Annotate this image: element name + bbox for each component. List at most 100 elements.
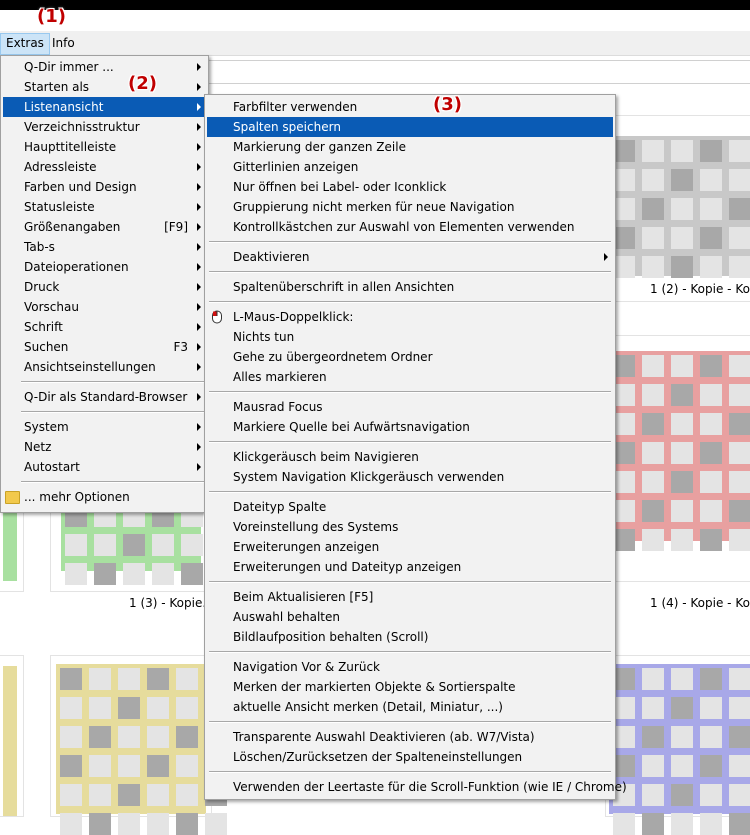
thumbnail-cell <box>671 256 693 278</box>
thumbnail-cell <box>729 140 750 162</box>
thumbnail-cell <box>642 755 664 777</box>
file-caption: 1 (3) - Kopie.p <box>129 596 214 610</box>
submenu-arrow-icon <box>197 423 201 431</box>
main_menu-item-druck[interactable]: Druck <box>3 277 206 297</box>
thumbnail-cell <box>613 813 635 835</box>
file-tile[interactable] <box>0 655 24 817</box>
thumbnail-cell <box>642 500 664 522</box>
main_menu-item-label: Listenansicht <box>24 100 104 114</box>
sub_menu-item-alles-markieren[interactable]: Alles markieren <box>207 367 613 387</box>
sub_menu-item-farbfilter-verwenden[interactable]: Farbfilter verwenden <box>207 97 613 117</box>
sub_menu-item-label: Erweiterungen anzeigen <box>233 540 380 554</box>
sub_menu-item-label: Farbfilter verwenden <box>233 100 358 114</box>
sub_menu-item-gitterlinien-anzeigen[interactable]: Gitterlinien anzeigen <box>207 157 613 177</box>
sub_menu-item-löschen-zurücksetzen-der-spalteneinstellungen[interactable]: Löschen/Zurücksetzen der Spalteneinstell… <box>207 747 613 767</box>
sub_menu-item-nur-öffnen-bei-label-oder-iconklick[interactable]: Nur öffnen bei Label- oder Iconklick <box>207 177 613 197</box>
thumbnail-cell <box>642 697 664 719</box>
menu-info[interactable]: Info <box>47 33 80 53</box>
sub_menu-item-label: Kontrollkästchen zur Auswahl von Element… <box>233 220 575 234</box>
main_menu-item-vorschau[interactable]: Vorschau <box>3 297 206 317</box>
thumbnail-cell <box>700 256 722 278</box>
file-tile[interactable] <box>50 655 227 835</box>
thumbnail-cell <box>729 198 750 220</box>
sub_menu-item-system-navigation-klickgeräusch-verwenden[interactable]: System Navigation Klickgeräusch verwende… <box>207 467 613 487</box>
sub_menu-item-gehe-zu-übergeordnetem-ordner[interactable]: Gehe zu übergeordnetem Ordner <box>207 347 613 367</box>
file-tile[interactable] <box>605 335 750 582</box>
thumbnail-cell <box>89 697 111 719</box>
thumbnail-cell <box>671 413 693 435</box>
main_menu-item-dateioperationen[interactable]: Dateioperationen <box>3 257 206 277</box>
thumbnail-cell <box>700 726 722 748</box>
thumbnail-cell <box>613 169 635 191</box>
main_menu-item-farben-und-design[interactable]: Farben und Design <box>3 177 206 197</box>
main_menu-item-system[interactable]: System <box>3 417 206 437</box>
main_menu-item-statusleiste[interactable]: Statusleiste <box>3 197 206 217</box>
sub_menu-item-spaltenüberschrift-in-allen-ansichten[interactable]: Spaltenüberschrift in allen Ansichten <box>207 277 613 297</box>
main_menu-item-listenansicht[interactable]: Listenansicht <box>3 97 206 117</box>
sub_menu-item-l-maus-doppelklick[interactable]: L-Maus-Doppelklick: <box>207 307 613 327</box>
main_menu-item-starten-als[interactable]: Starten als <box>3 77 206 97</box>
main_menu-item-schrift[interactable]: Schrift <box>3 317 206 337</box>
sub_menu-item-bildlaufposition-behalten-scroll[interactable]: Bildlaufposition behalten (Scroll) <box>207 627 613 647</box>
main_menu-item-netz[interactable]: Netz <box>3 437 206 457</box>
thumbnail-cell <box>642 668 664 690</box>
file-tile[interactable] <box>605 115 750 302</box>
sub_menu-item-dateityp-spalte[interactable]: Dateityp Spalte <box>207 497 613 517</box>
sub_menu-item-kontrollkästchen-zur-auswahl-von-elementen-verwenden[interactable]: Kontrollkästchen zur Auswahl von Element… <box>207 217 613 237</box>
main_menu-item-q-dir-immer[interactable]: Q-Dir immer ... <box>3 57 206 77</box>
sub_menu-item-auswahl-behalten[interactable]: Auswahl behalten <box>207 607 613 627</box>
main_menu-item-tab-s[interactable]: Tab-s <box>3 237 206 257</box>
sub_menu-item-gruppierung-nicht-merken-für-neue-navigation[interactable]: Gruppierung nicht merken für neue Naviga… <box>207 197 613 217</box>
sub_menu-item-beim-aktualisieren-f5[interactable]: Beim Aktualisieren [F5] <box>207 587 613 607</box>
thumbnail-cell <box>700 529 722 551</box>
address-bar[interactable] <box>205 60 750 84</box>
sub_menu-item-merken-der-markierten-objekte-sortierspalte[interactable]: Merken der markierten Objekte & Sortiers… <box>207 677 613 697</box>
sub_menu-item-label: System Navigation Klickgeräusch verwende… <box>233 470 505 484</box>
main_menu-item-suchen[interactable]: Suchen F3 <box>3 337 206 357</box>
menu-extras[interactable]: Extras <box>0 33 50 55</box>
main_menu-item-ansichtseinstellungen[interactable]: Ansichtseinstellungen <box>3 357 206 377</box>
submenu-arrow-icon <box>197 343 201 351</box>
sub_menu-item-markiere-quelle-bei-aufwärtsnavigation[interactable]: Markiere Quelle bei Aufwärtsnavigation <box>207 417 613 437</box>
sub_menu-item-mausrad-focus[interactable]: Mausrad Focus <box>207 397 613 417</box>
sub_menu-item-klickgeräusch-beim-navigieren[interactable]: Klickgeräusch beim Navigieren <box>207 447 613 467</box>
file-tile[interactable] <box>605 655 750 835</box>
sub_menu-item-voreinstellung-des-systems[interactable]: Voreinstellung des Systems <box>207 517 613 537</box>
thumbnail-cell <box>65 534 87 556</box>
thumbnail-cell <box>729 813 750 835</box>
main_menu-item-mehr-optionen[interactable]: ... mehr Optionen <box>3 487 206 507</box>
sub_menu-item-spalten-speichern[interactable]: Spalten speichern <box>207 117 613 137</box>
sub_menu-item-transparente-auswahl-deaktivieren-ab-w7-vista[interactable]: Transparente Auswahl Deaktivieren (ab. W… <box>207 727 613 747</box>
sub_menu-item-label: Erweiterungen und Dateityp anzeigen <box>233 560 462 574</box>
sub_menu-item-label: Gehe zu übergeordnetem Ordner <box>233 350 433 364</box>
sub_menu-item-navigation-vor-zurück[interactable]: Navigation Vor & Zurück <box>207 657 613 677</box>
listenansicht-submenu: Farbfilter verwenden Spalten speichern Mar… <box>204 94 627 800</box>
thumbnail-cell <box>700 471 722 493</box>
main_menu-item-haupttitelleiste[interactable]: Haupttitelleiste <box>3 137 206 157</box>
main_menu-item-adressleiste[interactable]: Adressleiste <box>3 157 206 177</box>
sub_menu-item-erweiterungen-anzeigen[interactable]: Erweiterungen anzeigen <box>207 537 613 557</box>
thumbnail-cell <box>613 529 635 551</box>
sub_menu-item-erweiterungen-und-dateityp-anzeigen[interactable]: Erweiterungen und Dateityp anzeigen <box>207 557 613 577</box>
sub_menu-item-deaktivieren[interactable]: Deaktivieren <box>207 247 613 267</box>
thumbnail-cell <box>60 813 82 835</box>
sub_menu-item-markierung-der-ganzen-zeile[interactable]: Markierung der ganzen Zeile <box>207 137 613 157</box>
sub_menu-item-label: Nichts tun <box>233 330 295 344</box>
sub_menu-item-label: aktuelle Ansicht merken (Detail, Miniatu… <box>233 700 503 714</box>
main_menu-item-autostart[interactable]: Autostart <box>3 457 206 477</box>
main_menu-item-größenangaben[interactable]: Größenangaben [F9] <box>3 217 206 237</box>
main_menu-item-q-dir-als-standard-browser[interactable]: Q-Dir als Standard-Browser <box>3 387 206 407</box>
thumbnail-cell <box>671 169 693 191</box>
menu-separator <box>209 241 611 243</box>
main_menu-item-verzeichnisstruktur[interactable]: Verzeichnisstruktur <box>3 117 206 137</box>
sub_menu-item-nichts-tun[interactable]: Nichts tun <box>207 327 613 347</box>
sub_menu-item-aktuelle-ansicht-merken-detail-miniatur[interactable]: aktuelle Ansicht merken (Detail, Miniatu… <box>207 697 613 717</box>
menu-extras-label: Extras <box>6 36 44 50</box>
thumbnail-cell <box>729 442 750 464</box>
sub_menu-item-verwenden-der-leertaste-für-die-scroll-funktion-wie-ie-chrome[interactable]: Verwenden der Leertaste für die Scroll-F… <box>207 777 627 797</box>
thumbnail-cell <box>147 755 169 777</box>
thumbnail-cell <box>729 256 750 278</box>
thumbnail-cell <box>613 500 635 522</box>
thumbnail-cell <box>642 198 664 220</box>
sub_menu-item-label: L-Maus-Doppelklick: <box>233 310 354 324</box>
